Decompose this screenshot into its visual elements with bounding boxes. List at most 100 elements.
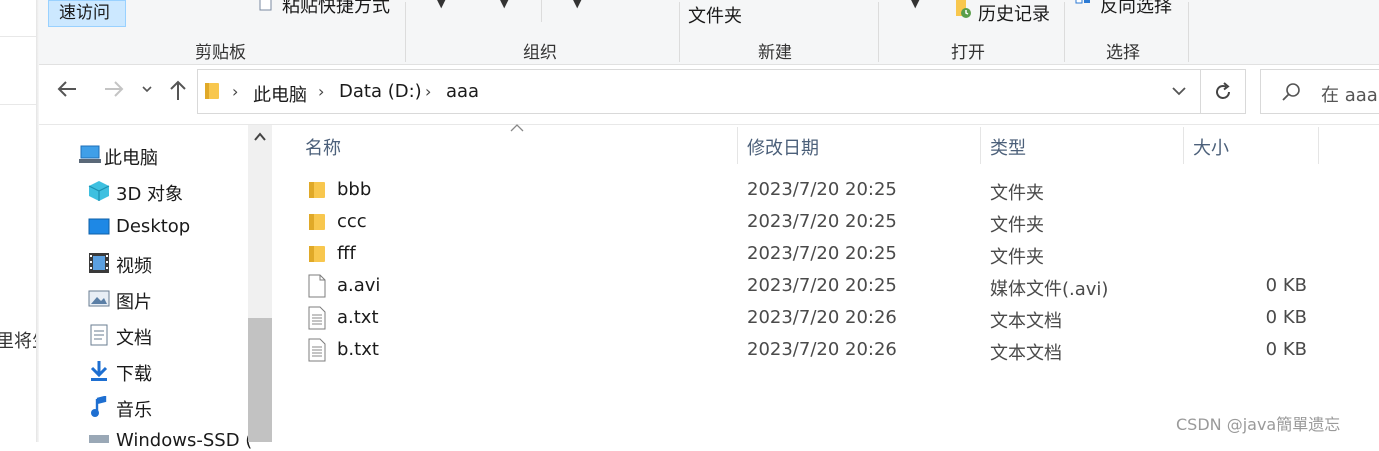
breadcrumb-this-pc[interactable]: 此电脑 <box>253 81 307 107</box>
column-header-size[interactable]: 大小 <box>1193 134 1229 160</box>
nav-item-pictures[interactable]: 图片 <box>116 288 152 314</box>
group-label-open: 打开 <box>951 43 985 63</box>
file-modified: 2023/7/20 20:26 <box>747 339 897 360</box>
breadcrumb-separator-icon[interactable]: › <box>232 82 238 101</box>
nav-item-desktop[interactable]: Desktop <box>116 216 190 237</box>
desktop-icon <box>88 217 110 237</box>
scrollbar-thumb[interactable] <box>248 318 272 442</box>
nav-item-downloads[interactable]: 下载 <box>116 360 152 386</box>
navigation-pane <box>39 125 272 442</box>
file-name[interactable]: fff <box>337 243 356 264</box>
background-window: 里将生 <box>0 0 50 442</box>
file-row[interactable]: a.avi 2023/7/20 20:25 媒体文件(.avi) 0 KB <box>300 271 1330 303</box>
sort-ascending-icon <box>510 124 524 132</box>
breadcrumb-data-drive[interactable]: Data (D:) <box>339 81 422 102</box>
group-label-select: 选择 <box>1106 43 1140 63</box>
file-size: 0 KB <box>1265 307 1307 328</box>
chevron-down-icon[interactable]: ▼ <box>500 0 508 10</box>
divider <box>878 2 879 62</box>
recent-locations-chevron-icon[interactable] <box>141 84 153 94</box>
divider <box>1188 2 1189 62</box>
forward-arrow-icon[interactable] <box>103 78 125 100</box>
breadcrumb-aaa[interactable]: aaa <box>446 81 479 102</box>
search-input[interactable]: 在 aaa <box>1321 81 1378 107</box>
history-icon <box>954 0 974 20</box>
history-button[interactable]: 历史记录 <box>978 0 1050 26</box>
file-name[interactable]: a.avi <box>337 275 380 296</box>
file-row[interactable]: a.txt 2023/7/20 20:26 文本文档 0 KB <box>300 303 1330 335</box>
file-row[interactable]: bbb 2023/7/20 20:25 文件夹 <box>300 175 1330 207</box>
folder-icon <box>308 180 326 200</box>
file-size: 0 KB <box>1265 339 1307 360</box>
nav-item-this-pc[interactable]: 此电脑 <box>104 144 158 170</box>
file-modified: 2023/7/20 20:25 <box>747 179 897 200</box>
search-box[interactable]: 在 aaa <box>1260 69 1379 114</box>
text-file-icon <box>308 338 326 362</box>
column-header-modified[interactable]: 修改日期 <box>747 134 819 160</box>
videos-icon <box>88 252 110 274</box>
address-dropdown-chevron-icon[interactable] <box>1171 85 1187 97</box>
file-name[interactable]: ccc <box>337 211 367 232</box>
chevron-down-icon[interactable]: ▼ <box>437 0 445 10</box>
file-row[interactable]: ccc 2023/7/20 20:25 文件夹 <box>300 207 1330 239</box>
nav-item-music[interactable]: 音乐 <box>116 396 152 422</box>
refresh-icon[interactable] <box>1214 82 1232 102</box>
file-name[interactable]: bbb <box>337 179 371 200</box>
column-header-type[interactable]: 类型 <box>990 134 1026 160</box>
file-modified: 2023/7/20 20:25 <box>747 275 897 296</box>
back-arrow-icon[interactable] <box>56 78 78 100</box>
column-header-name[interactable]: 名称 <box>305 134 341 160</box>
up-arrow-icon[interactable] <box>167 78 189 102</box>
breadcrumb-separator-icon[interactable]: › <box>318 82 324 101</box>
file-type: 文本文档 <box>990 311 1062 332</box>
file-row[interactable]: fff 2023/7/20 20:25 文件夹 <box>300 239 1330 271</box>
divider <box>679 2 680 62</box>
file-size: 0 KB <box>1265 275 1307 296</box>
chevron-down-icon[interactable]: ▼ <box>573 0 581 10</box>
nav-item-windows-ssd[interactable]: Windows-SSD ( <box>116 430 252 451</box>
invert-selection-icon <box>1075 0 1091 12</box>
file-modified: 2023/7/20 20:26 <box>747 307 897 328</box>
text-file-icon <box>308 306 326 330</box>
breadcrumb-separator-icon[interactable]: › <box>425 82 431 101</box>
watermark: CSDN @java簡單遗忘 <box>1176 415 1341 434</box>
divider <box>0 104 38 105</box>
divider <box>0 36 38 37</box>
file-name[interactable]: a.txt <box>337 307 379 328</box>
address-bar[interactable]: › 此电脑 › Data (D:) › aaa <box>197 69 1246 114</box>
divider <box>541 0 542 22</box>
folder-icon <box>204 81 220 101</box>
divider[interactable] <box>1318 127 1319 164</box>
divider <box>1064 2 1065 62</box>
documents-icon <box>90 324 108 346</box>
file-modified: 2023/7/20 20:25 <box>747 243 897 264</box>
quick-access-button[interactable]: 速访问 <box>48 0 126 27</box>
chevron-down-icon[interactable]: ▼ <box>911 0 919 10</box>
file-type: 文件夹 <box>990 215 1044 236</box>
music-icon <box>90 396 108 418</box>
paste-shortcut-icon <box>258 0 274 11</box>
group-label-clipboard: 剪贴板 <box>195 43 246 63</box>
paste-shortcut-button[interactable]: 粘贴快捷方式 <box>282 0 390 18</box>
file-row[interactable]: b.txt 2023/7/20 20:26 文本文档 0 KB <box>300 335 1330 367</box>
scroll-up-arrow-icon[interactable] <box>254 132 266 142</box>
invert-selection-button[interactable]: 反向选择 <box>1100 0 1172 18</box>
nav-item-videos[interactable]: 视频 <box>116 252 152 278</box>
pictures-icon <box>88 289 110 309</box>
file-modified: 2023/7/20 20:25 <box>747 211 897 232</box>
new-folder-button[interactable]: 文件夹 <box>688 2 742 28</box>
divider[interactable] <box>737 127 738 164</box>
file-type: 文本文档 <box>990 343 1062 364</box>
file-name[interactable]: b.txt <box>337 339 379 360</box>
divider[interactable] <box>1183 127 1184 164</box>
search-icon <box>1281 82 1301 102</box>
divider[interactable] <box>980 127 981 164</box>
file-type: 文件夹 <box>990 183 1044 204</box>
nav-item-3d-objects[interactable]: 3D 对象 <box>116 180 183 206</box>
group-label-new: 新建 <box>758 43 792 63</box>
3d-objects-icon <box>88 180 110 202</box>
group-label-organize: 组织 <box>523 43 557 63</box>
nav-item-documents[interactable]: 文档 <box>116 324 152 350</box>
folder-icon <box>308 212 326 232</box>
blank-file-icon <box>308 274 326 298</box>
